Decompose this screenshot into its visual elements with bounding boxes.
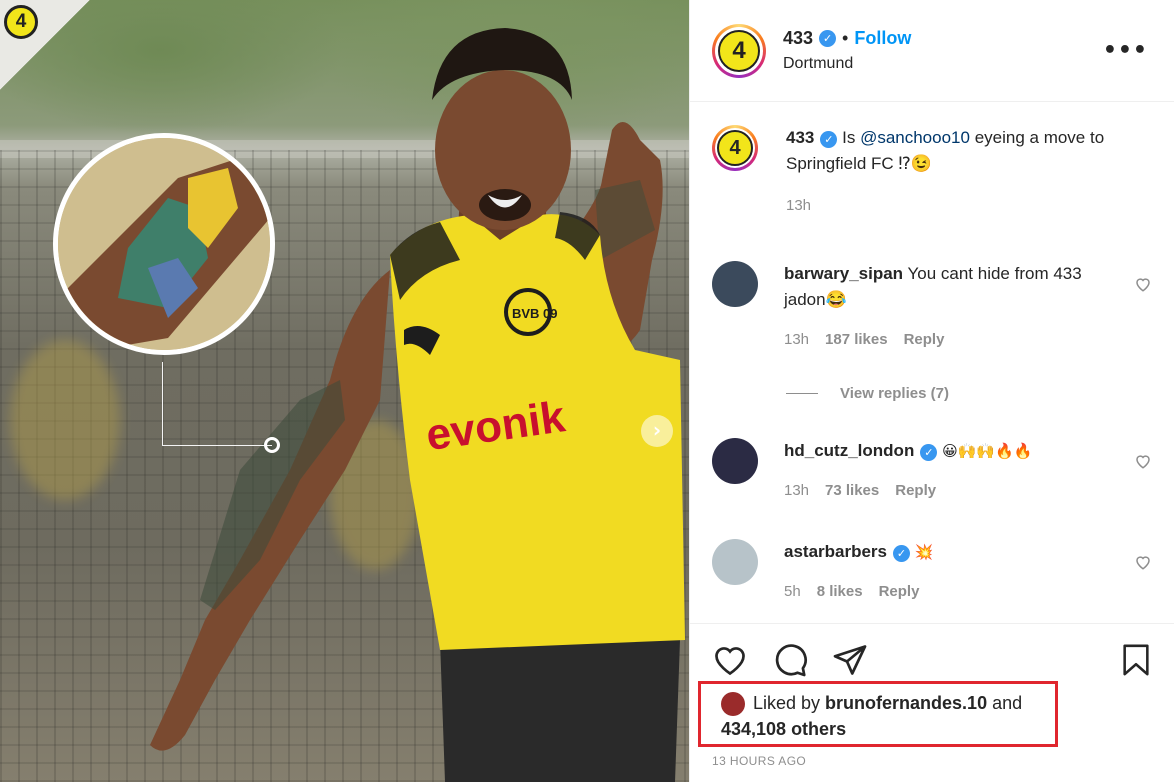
comment-likes[interactable]: 187 likes [825,327,888,353]
tattoo-zoom-inset [53,133,275,355]
verified-badge-icon: ✓ [920,444,938,461]
caption-avatar[interactable]: 4 [712,125,758,171]
like-heart-icon[interactable] [712,642,748,678]
account-username[interactable]: 433 [783,28,813,49]
account-avatar-logo: 4 [718,29,760,72]
comment-username[interactable]: barwary_sipan [784,264,903,283]
more-options-icon[interactable]: ••• [1103,38,1148,63]
likes-summary: Liked by brunofernandes.10 and 434,108 o… [698,681,1058,747]
like-comment-heart-icon[interactable] [1134,553,1152,571]
post-timestamp[interactable]: 13 HOURS AGO [712,754,806,768]
inset-connector-dot [264,437,280,453]
comment-text: 😀🙌🙌🔥🔥 [942,442,1033,460]
account-avatar[interactable]: 4 [712,23,766,78]
likes-others-count[interactable]: 434,108 others [721,719,846,739]
tattoo-closeup-image [58,138,270,350]
caption-username[interactable]: 433 [786,128,814,147]
comment-text: 💥 [914,543,934,561]
follow-button[interactable]: Follow [854,28,911,49]
comment: barwary_sipan You cant hide from 433 jad… [712,261,1152,353]
instagram-post: evonik BVB 09 4 › 4 433 ✓ • Follow Dortm… [0,0,1174,782]
share-paper-plane-icon[interactable] [832,642,868,678]
brand-logo: 4 [4,5,38,39]
comment: astarbarbers ✓ 💥 5h 8 likes Reply [712,539,1152,605]
post-actions: Liked by brunofernandes.10 and 434,108 o… [690,623,1174,782]
commenter-avatar[interactable] [712,539,758,585]
reply-button[interactable]: Reply [879,579,920,605]
commenter-avatar[interactable] [712,438,758,484]
club-crest-text: BVB 09 [512,306,558,321]
comment: hd_cutz_london ✓ 😀🙌🙌🔥🔥 13h 73 likes Reply [712,438,1152,504]
liker-username[interactable]: brunofernandes.10 [825,693,987,713]
comment-time[interactable]: 13h [784,478,809,504]
liked-by-and: and [987,693,1023,713]
reply-button[interactable]: Reply [895,478,936,504]
comment-bubble-icon[interactable] [772,642,808,678]
caption-mention-link[interactable]: @sanchooo10 [860,128,970,147]
liker-avatar[interactable] [721,692,745,717]
liked-by-prefix: Liked by [753,693,826,713]
chevron-right-icon: › [652,418,662,442]
player-figure: evonik BVB 09 [150,28,685,782]
next-image-button[interactable]: › [641,415,673,447]
comment-likes[interactable]: 8 likes [817,579,863,605]
verified-badge-icon: ✓ [819,30,837,47]
post-location[interactable]: Dortmund [783,55,911,73]
caption-avatar-logo: 4 [717,130,753,166]
view-replies-button[interactable]: View replies (7) [786,385,949,402]
commenter-avatar[interactable] [712,261,758,307]
caption-time[interactable]: 13h [786,193,811,219]
post-image[interactable]: evonik BVB 09 4 › [0,0,689,782]
comments-section[interactable]: 4 433 ✓ Is @sanchooo10 eyeing a move to S… [690,103,1174,623]
post-header: 4 433 ✓ • Follow Dortmund ••• [690,0,1174,102]
comment-likes[interactable]: 73 likes [825,478,879,504]
like-comment-heart-icon[interactable] [1134,452,1152,470]
header-separator: • [842,28,849,48]
comment-time[interactable]: 5h [784,579,801,605]
verified-badge-icon: ✓ [893,545,911,562]
save-bookmark-icon[interactable] [1119,642,1153,678]
caption: 4 433 ✓ Is @sanchooo10 eyeing a move to S… [712,125,1152,219]
like-comment-heart-icon[interactable] [1134,275,1152,293]
verified-badge-icon: ✓ [820,131,838,148]
comment-time[interactable]: 13h [784,327,809,353]
reply-button[interactable]: Reply [904,327,945,353]
caption-text-prefix: Is [842,128,861,147]
comment-username[interactable]: astarbarbers [784,542,887,561]
inset-connector-line [162,362,272,446]
view-replies-label: View replies (7) [840,385,949,402]
view-replies-line [786,393,818,394]
post-side-panel: 4 433 ✓ • Follow Dortmund ••• 4 433 ✓ Is… [689,0,1174,782]
comment-username[interactable]: hd_cutz_london [784,441,914,460]
